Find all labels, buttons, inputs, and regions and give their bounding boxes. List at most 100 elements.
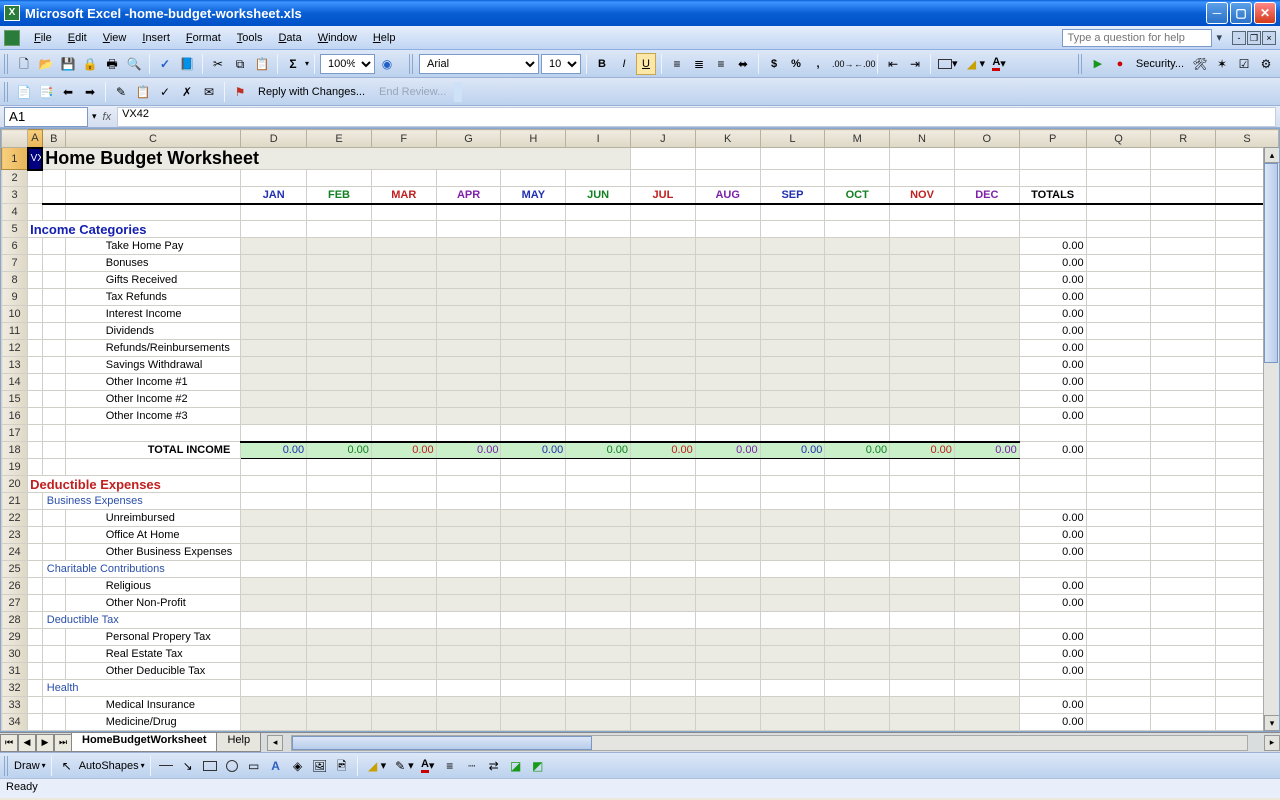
data-cell[interactable] [695,255,760,272]
month-total[interactable]: 0.00 [954,442,1019,459]
total-cell[interactable]: 0.00 [1019,374,1086,391]
data-cell[interactable] [307,697,372,714]
data-cell[interactable] [566,238,631,255]
row-header[interactable]: 29 [2,629,28,646]
data-cell[interactable] [890,323,955,340]
data-cell[interactable] [307,714,372,731]
total-cell[interactable]: 0.00 [1019,255,1086,272]
col-header[interactable]: M [825,130,890,148]
increase-indent-button[interactable]: ⇥ [905,53,925,75]
data-cell[interactable] [695,697,760,714]
data-cell[interactable] [436,595,501,612]
data-cell[interactable] [241,289,307,306]
scroll-down-button[interactable]: ▾ [1264,715,1280,731]
data-cell[interactable] [760,272,825,289]
data-cell[interactable] [371,340,436,357]
data-cell[interactable] [695,272,760,289]
row-label[interactable]: Office At Home [65,527,241,544]
data-cell[interactable] [307,374,372,391]
data-cell[interactable] [954,374,1019,391]
row-label[interactable]: Take Home Pay [65,238,241,255]
total-cell[interactable]: 0.00 [1019,510,1086,527]
row-header[interactable]: 7 [2,255,28,272]
tools-icon-2[interactable]: ✶ [1212,53,1232,75]
subgroup-header[interactable]: Business Expenses [42,493,241,510]
data-cell[interactable] [241,323,307,340]
data-cell[interactable] [760,357,825,374]
font-size-select[interactable]: 10 [541,54,581,74]
paste-icon[interactable]: 📋 [252,53,272,75]
data-cell[interactable] [825,255,890,272]
data-cell[interactable] [436,289,501,306]
data-cell[interactable] [501,357,566,374]
data-cell[interactable] [436,663,501,680]
row-label[interactable]: Personal Propery Tax [65,629,241,646]
data-cell[interactable] [631,510,696,527]
month-total[interactable]: 0.00 [371,442,436,459]
autosum-icon[interactable]: Σ [283,53,303,75]
data-cell[interactable] [825,306,890,323]
menu-data[interactable]: Data [270,29,309,47]
total-cell[interactable]: 0.00 [1019,544,1086,561]
data-cell[interactable] [954,408,1019,425]
data-cell[interactable] [825,510,890,527]
data-cell[interactable] [890,510,955,527]
col-header[interactable]: R [1151,130,1216,148]
data-cell[interactable] [436,714,501,731]
data-cell[interactable] [631,408,696,425]
data-cell[interactable] [695,595,760,612]
vscroll-thumb[interactable] [1264,163,1278,363]
data-cell[interactable] [371,527,436,544]
month-header[interactable]: DEC [954,187,1019,204]
col-header[interactable]: D [241,130,307,148]
data-cell[interactable] [241,408,307,425]
data-cell[interactable] [436,255,501,272]
data-cell[interactable] [890,340,955,357]
print-icon[interactable]: 🖶 [102,53,122,75]
total-cell[interactable]: 0.00 [1019,714,1086,731]
month-header[interactable]: NOV [890,187,955,204]
month-total[interactable]: 0.00 [307,442,372,459]
data-cell[interactable] [436,340,501,357]
total-cell[interactable]: 0.00 [1019,323,1086,340]
flag-icon[interactable]: ⚑ [230,81,250,103]
data-cell[interactable] [241,255,307,272]
textbox-tool-icon[interactable]: ▭ [244,755,264,777]
scroll-up-button[interactable]: ▴ [1264,147,1280,163]
month-total[interactable]: 0.00 [566,442,631,459]
data-cell[interactable] [241,595,307,612]
oval-tool-icon[interactable] [222,755,242,777]
data-cell[interactable] [631,374,696,391]
data-cell[interactable] [825,527,890,544]
total-cell[interactable]: 0.00 [1019,289,1086,306]
total-cell[interactable]: 0.00 [1019,357,1086,374]
currency-button[interactable]: $ [764,53,784,75]
merge-center-button[interactable]: ⬌ [733,53,753,75]
month-header[interactable]: APR [436,187,501,204]
data-cell[interactable] [566,527,631,544]
data-cell[interactable] [566,323,631,340]
data-cell[interactable] [307,408,372,425]
data-cell[interactable] [307,629,372,646]
row-header[interactable]: 18 [2,442,28,459]
tools-icon-1[interactable]: 🛠 [1190,53,1210,75]
row-header[interactable]: 10 [2,306,28,323]
data-cell[interactable] [436,323,501,340]
data-cell[interactable] [631,238,696,255]
data-cell[interactable] [501,323,566,340]
font-color-draw-icon[interactable]: A▾ [418,755,438,777]
data-cell[interactable] [307,238,372,255]
clipart-icon[interactable]: 🖼 [310,755,330,777]
data-cell[interactable] [760,391,825,408]
data-cell[interactable] [825,714,890,731]
decrease-decimal-button[interactable]: ←.00 [852,53,872,75]
row-header[interactable]: 14 [2,374,28,391]
data-cell[interactable] [307,663,372,680]
data-cell[interactable] [307,510,372,527]
data-cell[interactable] [371,391,436,408]
data-cell[interactable] [890,697,955,714]
data-cell[interactable] [890,663,955,680]
data-cell[interactable] [890,646,955,663]
shadow-icon[interactable]: ◪ [506,755,526,777]
data-cell[interactable] [501,714,566,731]
